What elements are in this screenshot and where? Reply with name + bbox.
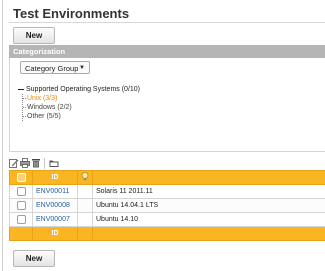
table-footer-row: ID: [9, 226, 325, 241]
category-tree: Supported Operating Systems (0/10) Unix …: [18, 85, 140, 121]
page-title: Test Environments: [13, 6, 130, 21]
edit-icon[interactable]: [9, 158, 19, 168]
title-divider: [9, 22, 325, 23]
categorization-box: Category Group ▼ Supported Operating Sys…: [9, 58, 325, 152]
footer-empty-cell: [77, 226, 93, 241]
category-group-select[interactable]: Category Group ▼: [20, 61, 90, 74]
footer-empty-cell: [92, 226, 325, 241]
print-icon[interactable]: [20, 158, 30, 168]
select-all-cell[interactable]: [9, 170, 33, 185]
id-column-footer: ID: [32, 226, 78, 241]
row-id-cell: ENV00011: [32, 184, 78, 199]
categorization-header: Categorization: [9, 45, 325, 58]
row-checkbox-cell[interactable]: [9, 184, 33, 199]
tree-children: Unix (3/3) Windows (2/2) Other (5/5): [22, 94, 140, 121]
tree-root-label: Supported Operating Systems (0/10): [26, 86, 141, 93]
id-column-header[interactable]: ID: [32, 170, 78, 185]
select-all-checkbox[interactable]: [16, 173, 26, 182]
row-icon-cell: [77, 198, 93, 213]
table-row[interactable]: ENV00008 Ubuntu 14.04.1 LTS: [9, 198, 325, 213]
row-checkbox-cell[interactable]: [9, 212, 33, 227]
new-button-bottom[interactable]: New: [13, 250, 55, 267]
new-button-top[interactable]: New: [13, 27, 55, 44]
table-header-row: ID: [9, 170, 325, 185]
row-checkbox-cell[interactable]: [9, 198, 33, 213]
row-id-link[interactable]: ENV00008: [33, 202, 70, 209]
row-checkbox[interactable]: [16, 215, 26, 224]
row-name-cell: Ubuntu 14.04.1 LTS: [92, 198, 325, 213]
tree-item-windows[interactable]: Windows (2/2): [23, 103, 140, 112]
delete-icon[interactable]: [31, 158, 41, 168]
table-row[interactable]: ENV00007 Ubuntu 14.10: [9, 212, 325, 227]
lightbulb-icon: [81, 172, 89, 181]
attachment-column-header[interactable]: [77, 170, 93, 185]
row-id-link[interactable]: ENV00007: [33, 216, 70, 223]
row-checkbox[interactable]: [16, 201, 26, 210]
name-column-header[interactable]: [92, 170, 325, 185]
row-icon-cell: [77, 184, 93, 199]
collapse-icon[interactable]: [18, 88, 24, 90]
footer-empty-cell: [9, 226, 33, 241]
row-id-link[interactable]: ENV00011: [33, 188, 69, 195]
row-id-cell: ENV00008: [32, 198, 78, 213]
category-group-select-value: Category Group: [25, 64, 79, 73]
table-row[interactable]: ENV00011 Solaris 11 2011.11: [9, 184, 325, 199]
folder-icon[interactable]: [49, 158, 59, 168]
tree-root[interactable]: Supported Operating Systems (0/10): [18, 85, 140, 94]
row-name-cell: Ubuntu 14.10: [92, 212, 325, 227]
toolbar-separator: [44, 158, 45, 169]
tree-item-other[interactable]: Other (5/5): [23, 112, 140, 121]
row-name-cell: Solaris 11 2011.11: [92, 184, 325, 199]
row-checkbox[interactable]: [16, 187, 26, 196]
chevron-down-icon: ▼: [79, 65, 85, 71]
row-id-cell: ENV00007: [32, 212, 78, 227]
test-environments-panel: Test Environments New Categorization Cat…: [2, 0, 325, 271]
environments-table: ID ENV00011 Solaris 11 2011.11 ENV00008 …: [9, 170, 325, 241]
row-icon-cell: [77, 212, 93, 227]
tree-item-unix[interactable]: Unix (3/3): [23, 94, 140, 103]
